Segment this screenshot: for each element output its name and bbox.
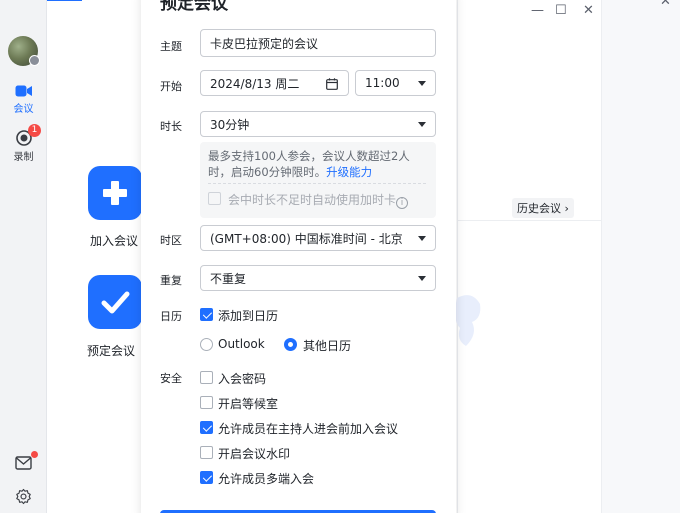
meeting-list-panel — [457, 0, 602, 513]
mail-unread-dot — [31, 451, 38, 458]
other-calendar-radio-label: 其他日历 — [303, 339, 352, 353]
history-meetings-button[interactable]: 历史会议 › — [512, 198, 574, 218]
overtime-card-label: 会中时长不足时自动使用加时卡 — [228, 193, 397, 207]
waiting-room-label: 开启等候室 — [218, 397, 279, 411]
plus-icon — [103, 181, 127, 205]
join-before-host-label: 允许成员在主持人进会前加入会议 — [218, 422, 399, 436]
duration-label: 时长 — [160, 120, 182, 133]
chevron-down-icon — [418, 81, 426, 86]
other-calendar-radio[interactable] — [284, 338, 297, 351]
avatar-status-badge — [29, 55, 40, 66]
schedule-meeting-button[interactable] — [88, 275, 142, 329]
outlook-radio-label: Outlook — [218, 337, 265, 351]
repeat-value: 不重复 — [210, 271, 247, 286]
topic-value: 卡皮巴拉预定的会议 — [210, 36, 319, 51]
divider — [457, 220, 602, 221]
nav-meetings[interactable]: 会议 — [0, 84, 47, 115]
start-time-value: 11:00 — [365, 76, 400, 90]
minimize-button[interactable]: — — [531, 3, 544, 18]
recordings-count-badge: 1 — [28, 124, 41, 137]
start-date-picker[interactable]: 2024/8/13 周二 — [200, 70, 349, 96]
divider — [208, 183, 426, 184]
right-panel — [602, 0, 680, 513]
notice-text: 最多支持100人参会，会议人数超过2人时，启动60分钟限时。升级能力 — [208, 148, 430, 180]
nav-recordings[interactable]: 1 录制 — [0, 124, 47, 163]
chevron-down-icon — [418, 236, 426, 241]
timezone-select[interactable]: (GMT+08:00) 中国标准时间 - 北京 — [200, 225, 436, 251]
topic-label: 主题 — [160, 40, 182, 53]
overtime-card-checkbox[interactable] — [208, 192, 221, 205]
add-to-calendar-label: 添加到日历 — [218, 309, 279, 323]
join-meeting-label: 加入会议 — [90, 234, 139, 248]
nav-meetings-label: 会议 — [13, 104, 34, 115]
add-to-calendar-checkbox[interactable] — [200, 308, 213, 321]
schedule-meeting-label: 预定会议 — [87, 344, 136, 358]
mail-icon[interactable] — [15, 456, 32, 470]
nav-recordings-label: 录制 — [13, 152, 34, 163]
multi-device-label: 允许成员多端入会 — [218, 472, 315, 486]
schedule-meeting-dialog: 预定会议 主题 卡皮巴拉预定的会议 开始 2024/8/13 周二 11:00 … — [141, 0, 456, 513]
calendar-label: 日历 — [160, 310, 182, 323]
timezone-label: 时区 — [160, 234, 182, 247]
empty-state-illustration — [455, 295, 481, 346]
join-meeting-button[interactable] — [88, 166, 142, 220]
start-label: 开始 — [160, 80, 182, 93]
start-time-select[interactable]: 11:00 — [355, 70, 436, 96]
multi-device-checkbox[interactable] — [200, 471, 213, 484]
repeat-select[interactable]: 不重复 — [200, 265, 436, 291]
upgrade-link[interactable]: 升级能力 — [326, 165, 372, 179]
close-button[interactable]: ✕ — [583, 3, 594, 18]
checkmark-icon — [101, 291, 130, 314]
chevron-down-icon — [418, 122, 426, 127]
meeting-password-label: 入会密码 — [218, 372, 267, 386]
outer-close-button[interactable]: ✕ — [660, 0, 671, 9]
duration-select[interactable]: 30分钟 — [200, 111, 436, 137]
watermark-checkbox[interactable] — [200, 446, 213, 459]
waiting-room-checkbox[interactable] — [200, 396, 213, 409]
video-camera-icon — [15, 85, 32, 97]
notice-body: 最多支持100人参会，会议人数超过2人时，启动60分钟限时。 — [208, 149, 410, 179]
security-label: 安全 — [160, 372, 182, 385]
outlook-radio[interactable] — [200, 338, 213, 351]
maximize-button[interactable]: ☐ — [555, 3, 567, 18]
left-rail: 会议 1 录制 — [0, 0, 47, 513]
start-date-value: 2024/8/13 周二 — [210, 76, 300, 91]
join-before-host-checkbox[interactable] — [200, 421, 213, 434]
calendar-icon — [326, 78, 338, 90]
active-tab-indicator — [47, 0, 82, 1]
watermark-label: 开启会议水印 — [218, 447, 291, 461]
meeting-password-checkbox[interactable] — [200, 371, 213, 384]
repeat-label: 重复 — [160, 274, 182, 287]
duration-value: 30分钟 — [210, 117, 250, 132]
chevron-down-icon — [418, 276, 426, 281]
timezone-value: (GMT+08:00) 中国标准时间 - 北京 — [210, 231, 403, 246]
dialog-title: 预定会议 — [160, 0, 228, 14]
topic-input[interactable]: 卡皮巴拉预定的会议 — [200, 29, 436, 57]
help-icon[interactable]: i — [396, 197, 408, 209]
gear-icon[interactable] — [15, 488, 32, 505]
